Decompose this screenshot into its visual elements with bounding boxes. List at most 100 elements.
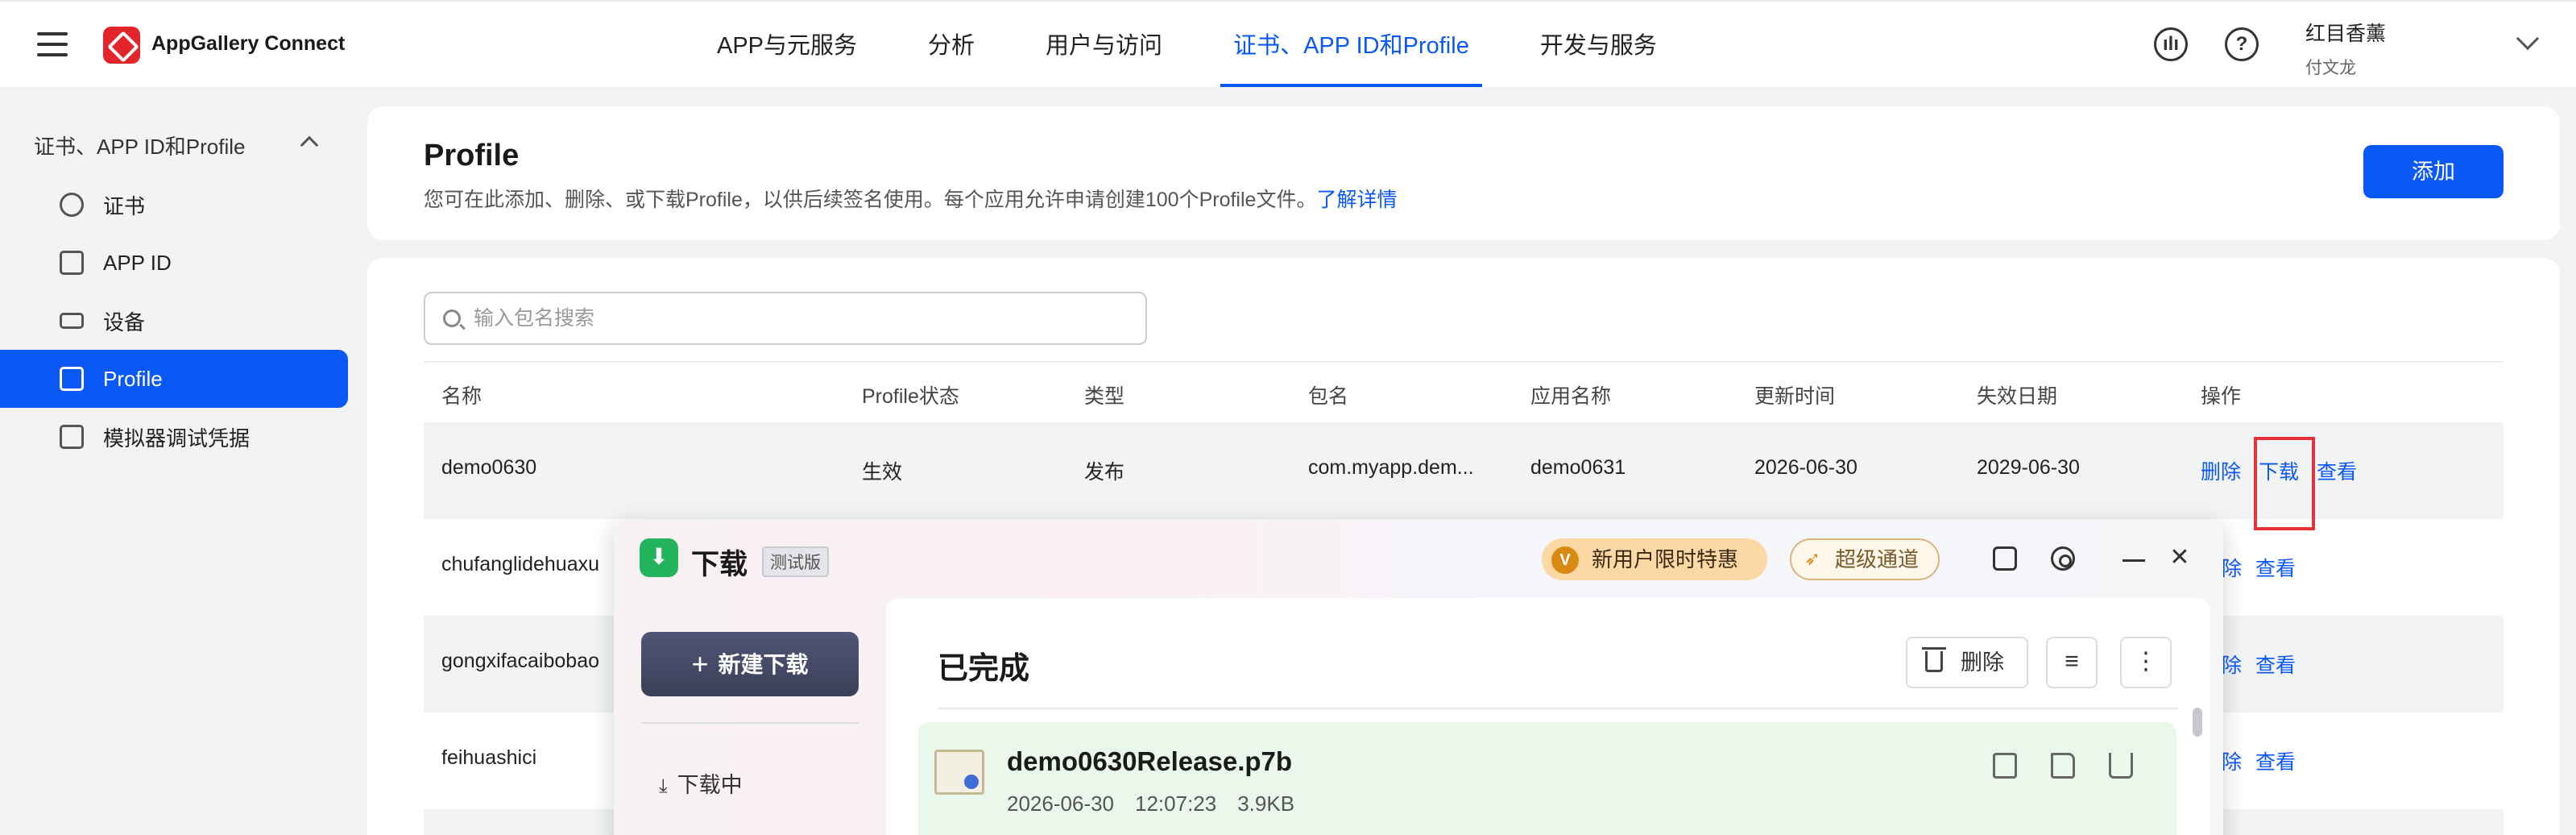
cell-name: feihuashici (441, 746, 537, 769)
view-link[interactable]: 查看 (2255, 553, 2296, 582)
cell-name: gongxifacaibobao (441, 650, 599, 672)
divider (938, 708, 2178, 709)
cell-package: com.myapp.dem... (1308, 456, 1474, 479)
delete-all-button[interactable]: 删除 (1906, 637, 2028, 688)
device-icon (60, 313, 84, 329)
id-card-icon (60, 251, 84, 275)
downloading-tab[interactable]: ⤓ 下载中 (659, 767, 743, 799)
trash-icon[interactable] (2109, 753, 2133, 779)
list-icon (60, 425, 84, 449)
column-header: 失效日期 (1977, 385, 2058, 408)
cell-expires: 2029-06-30 (1977, 456, 2080, 479)
promo-label: 新用户限时特惠 (1592, 547, 1739, 571)
super-channel-label: 超级通道 (1835, 547, 1920, 571)
learn-more-link[interactable]: 了解详情 (1316, 189, 1397, 211)
delete-link[interactable]: 除 (2222, 650, 2242, 679)
nav-app-services[interactable]: APP与元服务 (717, 2, 857, 87)
sidebar-item-label: 设备 (103, 309, 146, 334)
chevron-up-icon[interactable] (300, 135, 319, 155)
chevron-down-icon[interactable] (2516, 27, 2540, 51)
cell-type: 发布 (1084, 461, 1125, 484)
search-box (424, 292, 1147, 345)
super-channel-button[interactable]: ➶ 超级通道 (1790, 538, 1940, 580)
menu-icon[interactable] (37, 32, 68, 56)
nav-dev-services[interactable]: 开发与服务 (1540, 2, 1657, 87)
app-name: AppGallery Connect (151, 32, 346, 55)
cell-name: chufanglidehuaxu (441, 553, 599, 575)
delete-link[interactable]: 除 (2222, 553, 2242, 582)
sidebar-item-label: 证书 (103, 193, 146, 218)
download-manager-window: 下载 测试版 V 新用户限时特惠 ➶ 超级通道 ✕ + 新建下载 ⤓ 下载中 已完成… (614, 521, 2223, 835)
table-header: 名称 Profile状态 类型 包名 应用名称 更新时间 失效日期 操作 (424, 361, 2504, 422)
voice-assistant-icon[interactable]: ılı (2154, 27, 2188, 61)
file-date: 2026-06-30 (1007, 791, 1114, 816)
new-user-promo-button[interactable]: V 新用户限时特惠 (1542, 538, 1767, 580)
view-link[interactable]: 查看 (2255, 650, 2296, 679)
delete-label: 删除 (1961, 650, 2004, 675)
file-meta: 2026-06-30 12:07:23 3.9KB (1007, 791, 1315, 816)
open-file-icon[interactable] (1993, 753, 2017, 779)
search-input[interactable] (474, 301, 1118, 335)
certificate-file-icon (934, 750, 984, 795)
delete-link[interactable]: 删除 (2201, 456, 2241, 485)
file-name: demo0630Release.p7b (1007, 746, 1293, 776)
add-button[interactable]: 添加 (2363, 145, 2504, 198)
view-link[interactable]: 查看 (2317, 456, 2357, 485)
cell-app-name: demo0631 (1530, 456, 1626, 479)
new-download-label: 新建下载 (718, 652, 809, 677)
edit-window-icon[interactable] (1993, 546, 2017, 571)
search-icon (443, 309, 461, 327)
minimize-icon[interactable] (2123, 559, 2145, 562)
column-header: 操作 (2201, 385, 2242, 408)
page-header: Profile 您可在此添加、删除、或下载Profile，以供后续签名使用。每个… (367, 106, 2560, 240)
sidebar-item-emulator-credentials[interactable]: 模拟器调试凭据 (0, 408, 348, 466)
sidebar-item-label: 模拟器调试凭据 (103, 426, 251, 451)
cell-status: 生效 (862, 461, 903, 484)
page-title: Profile (424, 139, 520, 172)
new-download-button[interactable]: + 新建下载 (641, 632, 859, 696)
nav-analytics[interactable]: 分析 (928, 2, 975, 87)
download-item[interactable]: demo0630Release.p7b 2026-06-30 12:07:23 3.… (918, 722, 2176, 835)
folder-icon[interactable] (2051, 753, 2075, 779)
table-row: demo0630 生效 发布 com.myapp.dem... demo0631… (424, 422, 2504, 519)
divider (641, 722, 859, 724)
nav-users-access[interactable]: 用户与访问 (1046, 2, 1162, 87)
badge-icon (60, 193, 84, 217)
section-title: 已完成 (938, 652, 1030, 686)
top-bar: AppGallery Connect APP与元服务 分析 用户与访问 证书、A… (0, 0, 2576, 87)
sidebar-group-label[interactable]: 证书、APP ID和Profile (34, 131, 245, 160)
profile-icon (60, 367, 84, 391)
scrollbar[interactable] (2193, 708, 2202, 737)
help-icon[interactable]: ? (2225, 27, 2259, 61)
sidebar-item-certificates[interactable]: 证书 (0, 176, 348, 234)
main-nav: APP与元服务 分析 用户与访问 证书、APP ID和Profile 开发与服务 (717, 2, 1728, 87)
cell-name: demo0630 (441, 456, 537, 479)
description-text: 您可在此添加、删除、或下载Profile，以供后续签名使用。每个应用允许申请创建… (424, 189, 1317, 211)
settings-icon[interactable] (2051, 546, 2075, 571)
more-icon[interactable]: ⋮ (2120, 637, 2172, 688)
cell-updated: 2026-06-30 (1754, 456, 1857, 479)
view-link[interactable]: 查看 (2255, 746, 2296, 775)
column-header: 包名 (1308, 385, 1349, 408)
user-account: 付文龙 (2305, 59, 2356, 77)
file-time: 12:07:23 (1135, 791, 1217, 816)
column-header: 更新时间 (1754, 385, 1836, 408)
nav-certificates[interactable]: 证书、APP ID和Profile (1220, 2, 1482, 87)
plus-icon: + (691, 647, 709, 680)
download-arrow-icon: ⤓ (659, 775, 668, 797)
sidebar: 证书、APP ID和Profile 证书 APP ID 设备 Profile 模… (0, 87, 348, 835)
user-name[interactable]: 红目香薰 (2305, 18, 2386, 47)
file-size: 3.9KB (1237, 791, 1295, 816)
column-header: Profile状态 (862, 385, 959, 408)
column-header: 名称 (441, 385, 482, 408)
completed-panel: 已完成 删除 ≡ ⋮ demo0630Release.p7b 2026-06-3… (886, 598, 2210, 835)
sidebar-item-app-id[interactable]: APP ID (0, 234, 348, 292)
close-icon[interactable]: ✕ (2165, 543, 2194, 572)
sidebar-item-profile[interactable]: Profile (0, 350, 348, 408)
sidebar-item-label: Profile (103, 366, 163, 391)
delete-link[interactable]: 除 (2222, 746, 2242, 775)
download-app-icon (640, 538, 678, 577)
sidebar-item-devices[interactable]: 设备 (0, 292, 348, 350)
download-highlight-box (2254, 437, 2315, 530)
sort-icon[interactable]: ≡ (2046, 637, 2098, 688)
